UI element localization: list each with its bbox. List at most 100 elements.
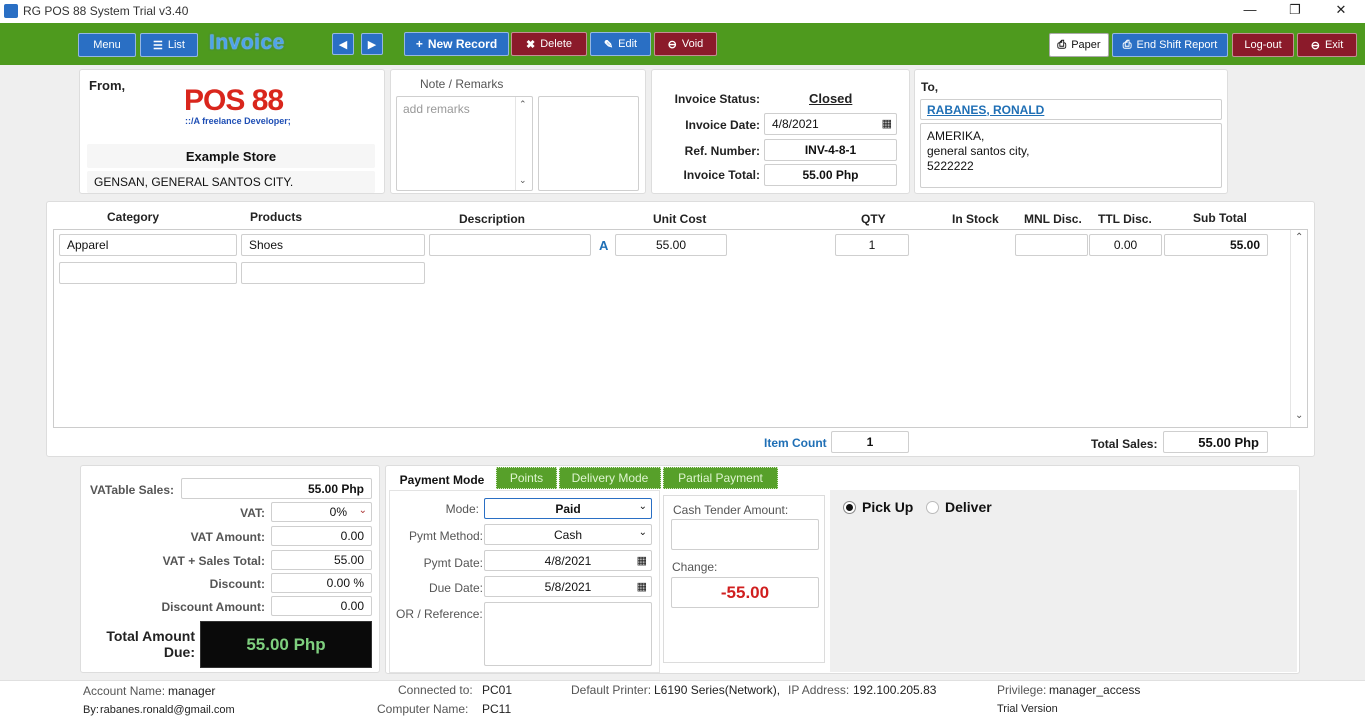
pickup-radio[interactable]: Pick Up <box>843 499 913 515</box>
due-date-value: 5/8/2021 <box>544 579 592 594</box>
logout-button[interactable]: Log-out <box>1232 33 1294 57</box>
method-select[interactable]: Cash ⌄ <box>484 524 652 545</box>
ip-label: IP Address: <box>788 683 850 697</box>
calendar-icon[interactable]: ▦ <box>882 117 892 130</box>
prev-record-button[interactable]: ◀ <box>332 33 354 55</box>
printer-value: L6190 Series(Network), <box>654 683 781 697</box>
description-cell[interactable] <box>429 234 591 256</box>
deliver-radio[interactable]: Deliver <box>926 499 992 515</box>
qty-cell[interactable]: 1 <box>835 234 909 256</box>
minimize-icon[interactable]: — <box>1240 2 1260 17</box>
pickup-label: Pick Up <box>862 499 914 515</box>
tab-delivery-mode[interactable]: Delivery Mode <box>559 467 661 489</box>
store-address: GENSAN, GENERAL SANTOS CITY. <box>87 171 375 193</box>
tab-partial-payment[interactable]: Partial Payment <box>663 467 778 489</box>
chevron-down-icon[interactable]: ⌄ <box>359 505 367 516</box>
from-label: From, <box>89 78 126 93</box>
item-flag[interactable]: A <box>599 238 608 253</box>
chevron-down-icon[interactable]: ⌄ <box>639 527 647 538</box>
pymt-date-field[interactable]: 4/8/2021 ▦ <box>484 550 652 571</box>
category-cell[interactable] <box>59 262 237 284</box>
notes-panel: Note / Remarks add remarks ⌃ ⌄ <box>390 69 646 194</box>
category-cell[interactable]: Apparel <box>59 234 237 256</box>
app-icon <box>4 4 18 18</box>
toolbar: Menu ☰ List Invoice ◀ ▶ + New Record ✖ Dele… <box>0 23 1365 65</box>
vat-value: 0% <box>329 505 347 519</box>
window-title: RG POS 88 System Trial v3.40 <box>23 4 189 18</box>
vat-select[interactable]: 0% ⌄ <box>271 502 372 522</box>
edit-label: Edit <box>618 38 638 50</box>
remarks-scrollbar[interactable]: ⌃ ⌄ <box>515 97 532 190</box>
scroll-down-icon[interactable]: ⌄ <box>519 175 527 186</box>
tab-label: Delivery Mode <box>571 471 649 485</box>
notes-image-box[interactable] <box>538 96 639 191</box>
product-cell[interactable] <box>241 262 425 284</box>
logo-tagline: ::/A freelance Developer; <box>185 116 291 126</box>
unit-cost-value: 55.00 <box>655 238 687 252</box>
close-icon[interactable]: ✕ <box>1331 2 1351 18</box>
unit-cost-cell[interactable]: 55.00 <box>615 234 727 256</box>
chevron-down-icon[interactable]: ⌄ <box>639 501 647 512</box>
change-label: Change: <box>672 560 718 574</box>
invoice-total-value: 55.00 Php <box>802 168 859 182</box>
restore-icon[interactable]: ❐ <box>1285 2 1305 18</box>
discount-field[interactable]: 0.00 % <box>271 573 372 593</box>
mnl-disc-cell[interactable] <box>1015 234 1088 256</box>
col-header-sub-total: Sub Total <box>1193 211 1247 225</box>
radio-checked-icon <box>843 500 856 514</box>
or-reference-input[interactable] <box>484 602 652 666</box>
invoice-status: Closed <box>809 91 853 106</box>
scroll-up-icon[interactable]: ⌃ <box>1295 232 1303 243</box>
paper-button[interactable]: ⎙ Paper <box>1049 33 1109 57</box>
calendar-icon[interactable]: ▦ <box>637 580 647 593</box>
address-line: 5222222 <box>927 159 974 173</box>
void-button[interactable]: ⊖ Void <box>654 32 717 56</box>
notes-label: Note / Remarks <box>420 77 504 91</box>
ref-number-field[interactable]: INV-4-8-1 <box>764 139 897 161</box>
tab-payment-mode[interactable]: Payment Mode <box>392 470 492 490</box>
logo-text: POS 88 <box>184 84 284 117</box>
items-scrollbar[interactable]: ⌃ ⌄ <box>1290 230 1307 427</box>
tab-points[interactable]: Points <box>496 467 557 489</box>
exit-label: Exit <box>1324 39 1344 51</box>
col-header-category: Category <box>107 210 160 224</box>
items-list <box>53 229 1308 428</box>
menu-button[interactable]: Menu <box>78 33 136 57</box>
chevron-right-icon: ▶ <box>367 38 377 51</box>
next-record-button[interactable]: ▶ <box>361 33 383 55</box>
vat-sales-field: 55.00 <box>271 550 372 570</box>
exit-button[interactable]: ⊖ Exit <box>1297 33 1357 57</box>
end-shift-button[interactable]: ⎙ End Shift Report <box>1112 33 1228 57</box>
total-sales-label: Total Sales: <box>1091 437 1158 451</box>
mode-select[interactable]: Paid ⌄ <box>484 498 652 519</box>
end-shift-label: End Shift Report <box>1136 39 1218 51</box>
customer-name[interactable]: RABANES, RONALD <box>920 99 1222 120</box>
vat-label: VAT: <box>240 506 265 520</box>
new-record-button[interactable]: + New Record <box>404 32 509 56</box>
chevron-left-icon: ◀ <box>338 38 348 51</box>
product-cell[interactable]: Shoes <box>241 234 425 256</box>
total-due-value: 55.00 Php <box>246 634 326 654</box>
col-header-products: Products <box>250 210 303 224</box>
due-date-field[interactable]: 5/8/2021 ▦ <box>484 576 652 597</box>
page-title: Invoice <box>209 31 285 54</box>
date-label: Invoice Date: <box>685 118 760 132</box>
invoice-date-field[interactable]: 4/8/2021 ▦ <box>764 113 897 135</box>
customer-address[interactable]: AMERIKA, general santos city, 5222222 <box>920 123 1222 188</box>
sub-total-cell: 55.00 <box>1164 234 1268 256</box>
scroll-down-icon[interactable]: ⌄ <box>1295 410 1303 421</box>
remarks-input[interactable]: add remarks <box>396 96 533 191</box>
calendar-icon[interactable]: ▦ <box>637 554 647 567</box>
delete-button[interactable]: ✖ Delete <box>511 32 587 56</box>
new-record-label: New Record <box>427 37 498 51</box>
customer-name-link[interactable]: RABANES, RONALD <box>927 103 1044 117</box>
scroll-up-icon[interactable]: ⌃ <box>519 99 527 110</box>
cash-tender-input[interactable] <box>671 519 819 550</box>
privilege-label: Privilege: <box>997 683 1047 697</box>
tab-label: Points <box>509 471 544 485</box>
col-header-unit-cost: Unit Cost <box>653 212 707 226</box>
edit-button[interactable]: ✎ Edit <box>590 32 651 56</box>
title-bar: RG POS 88 System Trial v3.40 — ❐ ✕ <box>0 0 1365 23</box>
list-button[interactable]: ☰ List <box>140 33 198 57</box>
logo: POS 88 <box>184 84 284 118</box>
